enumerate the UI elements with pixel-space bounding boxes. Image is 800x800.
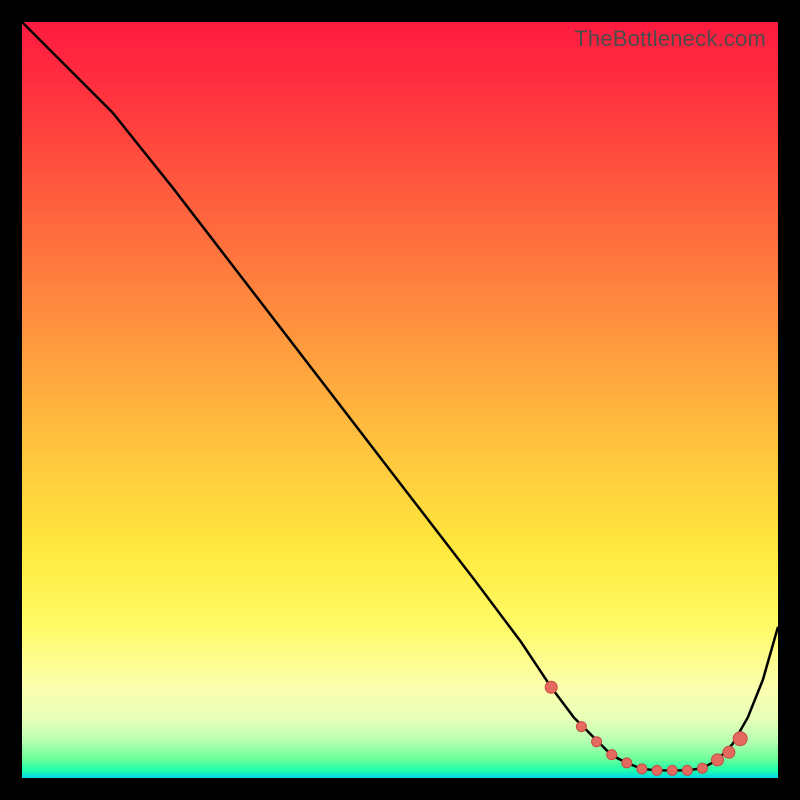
marker-point [652,765,662,775]
marker-point [637,764,647,774]
marker-point [667,765,677,775]
marker-point [576,722,586,732]
marker-point [697,763,707,773]
marker-group [545,681,747,775]
chart-area: TheBottleneck.com [22,22,778,778]
marker-point [622,758,632,768]
marker-point [545,681,557,693]
marker-point [607,750,617,760]
chart-svg [22,22,778,778]
curve-line [22,22,778,770]
marker-point [733,732,747,746]
marker-point [682,765,692,775]
marker-point [592,737,602,747]
marker-point [712,754,724,766]
marker-point [723,746,735,758]
